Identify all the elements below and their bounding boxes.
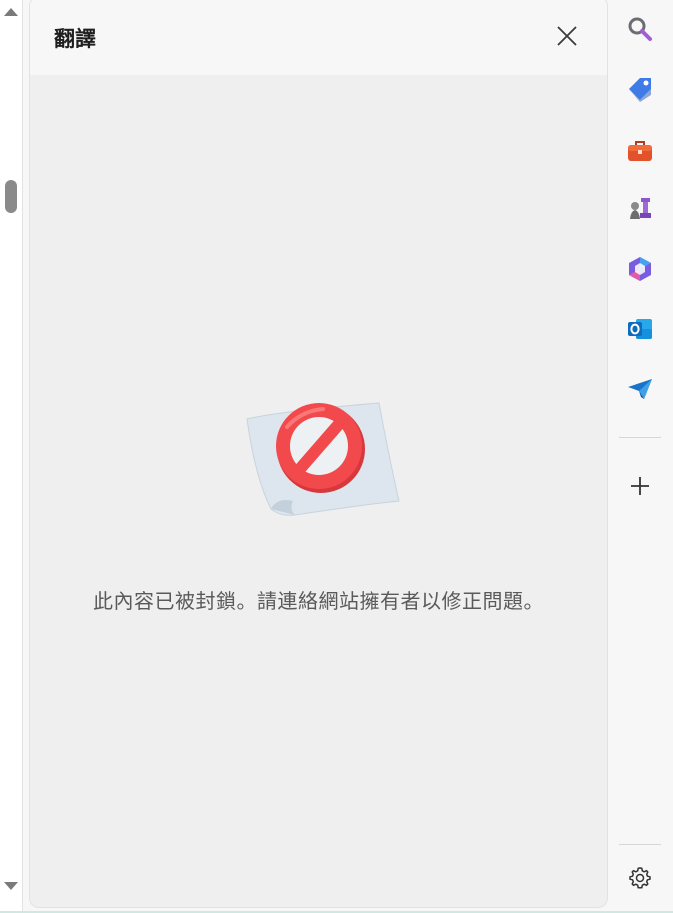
outlook-icon — [628, 319, 652, 339]
sidebar-item-search[interactable] — [625, 14, 655, 44]
chess-icon — [630, 198, 651, 219]
sidebar-item-tools[interactable] — [625, 136, 655, 166]
sidebar-item-drop[interactable] — [625, 374, 655, 404]
scroll-down-arrow-icon[interactable] — [4, 882, 18, 890]
m365-icon — [629, 257, 651, 281]
panel-title: 翻譯 — [54, 27, 96, 51]
blocked-message: 此內容已被封鎖。請連絡網站擁有者以修正問題。 — [93, 589, 544, 613]
sidebar-divider — [619, 844, 661, 845]
plus-icon — [631, 477, 649, 495]
send-icon — [628, 379, 652, 399]
panel-header: 翻譯 — [30, 0, 607, 75]
toolbox-icon — [628, 141, 652, 161]
scroll-up-arrow-icon[interactable] — [4, 8, 18, 16]
sidebar-item-microsoft-365[interactable] — [625, 254, 655, 284]
scrollbar-thumb[interactable] — [5, 180, 17, 213]
translate-panel: 翻譯 此內容已被封鎖。請連絡網站擁有者以修正問題。 — [29, 0, 608, 908]
close-button[interactable] — [552, 21, 582, 51]
scrollbar[interactable] — [0, 0, 23, 913]
add-sidebar-item-button[interactable] — [625, 471, 655, 501]
sidebar — [612, 0, 673, 913]
gear-icon — [629, 867, 651, 889]
sidebar-item-outlook[interactable] — [625, 314, 655, 344]
search-icon — [628, 17, 652, 41]
sidebar-divider — [619, 437, 661, 438]
blocked-sign-icon — [246, 402, 400, 516]
sidebar-item-shopping[interactable] — [625, 74, 655, 104]
sidebar-item-games[interactable] — [625, 194, 655, 224]
close-icon — [557, 26, 577, 46]
settings-button[interactable] — [625, 863, 655, 893]
tag-icon — [629, 78, 651, 102]
